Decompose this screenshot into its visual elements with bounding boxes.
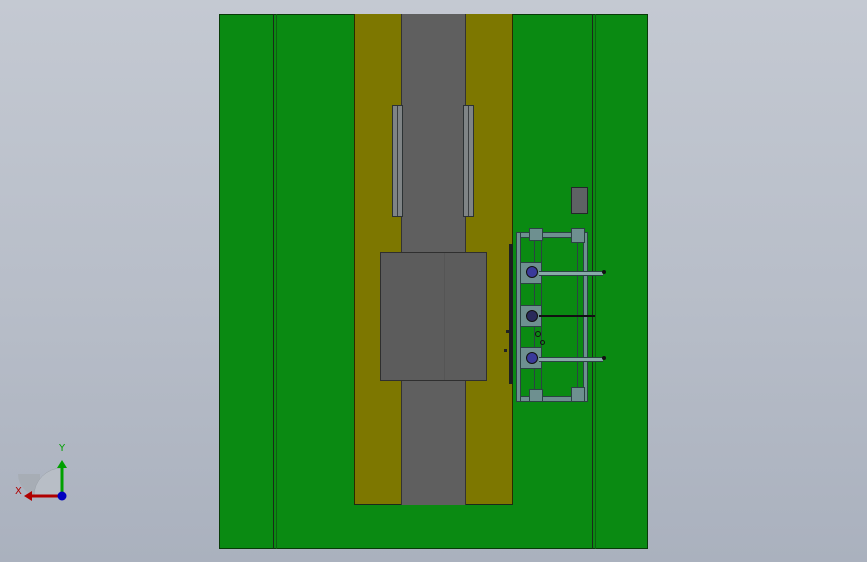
left-guide-bar-line bbox=[397, 106, 398, 216]
marker-dot-2 bbox=[504, 349, 507, 352]
frame-right-post bbox=[583, 232, 588, 402]
piston-rod-2 bbox=[539, 315, 595, 317]
view-orientation-triad-icon bbox=[18, 460, 67, 501]
piston-tip-1 bbox=[602, 270, 606, 274]
axis-y-label: Y bbox=[59, 443, 66, 454]
bracket-top-left bbox=[529, 228, 543, 241]
axis-x-label: X bbox=[15, 486, 22, 497]
right-guide-bar-line bbox=[468, 106, 469, 216]
cylinder-3-icon bbox=[526, 352, 538, 364]
orientation-triad[interactable]: Y X bbox=[14, 442, 78, 508]
bracket-bottom-right bbox=[571, 387, 585, 402]
piston-rod-3 bbox=[539, 357, 603, 362]
piston-tip-3 bbox=[602, 356, 606, 360]
marker-dot-1 bbox=[506, 330, 509, 333]
left-rail-line-inner bbox=[276, 14, 277, 549]
gripper-side-plate bbox=[509, 244, 513, 384]
cylinder-1-icon bbox=[526, 266, 538, 278]
fitting-b bbox=[540, 340, 545, 345]
cylinder-2-icon bbox=[526, 310, 538, 322]
carriage-block[interactable] bbox=[380, 252, 487, 381]
fitting-a bbox=[535, 331, 541, 337]
bracket-top-right bbox=[571, 228, 585, 243]
sensor-box[interactable] bbox=[571, 187, 588, 214]
gripper-assembly[interactable] bbox=[505, 226, 615, 406]
bracket-bottom-left bbox=[529, 389, 543, 402]
frame-inner-line-c bbox=[577, 238, 578, 396]
left-rail-line-outer bbox=[273, 14, 274, 549]
carriage-seam-line bbox=[444, 253, 445, 380]
piston-rod-1 bbox=[539, 271, 603, 276]
cad-viewport[interactable]: Y X bbox=[0, 0, 867, 562]
